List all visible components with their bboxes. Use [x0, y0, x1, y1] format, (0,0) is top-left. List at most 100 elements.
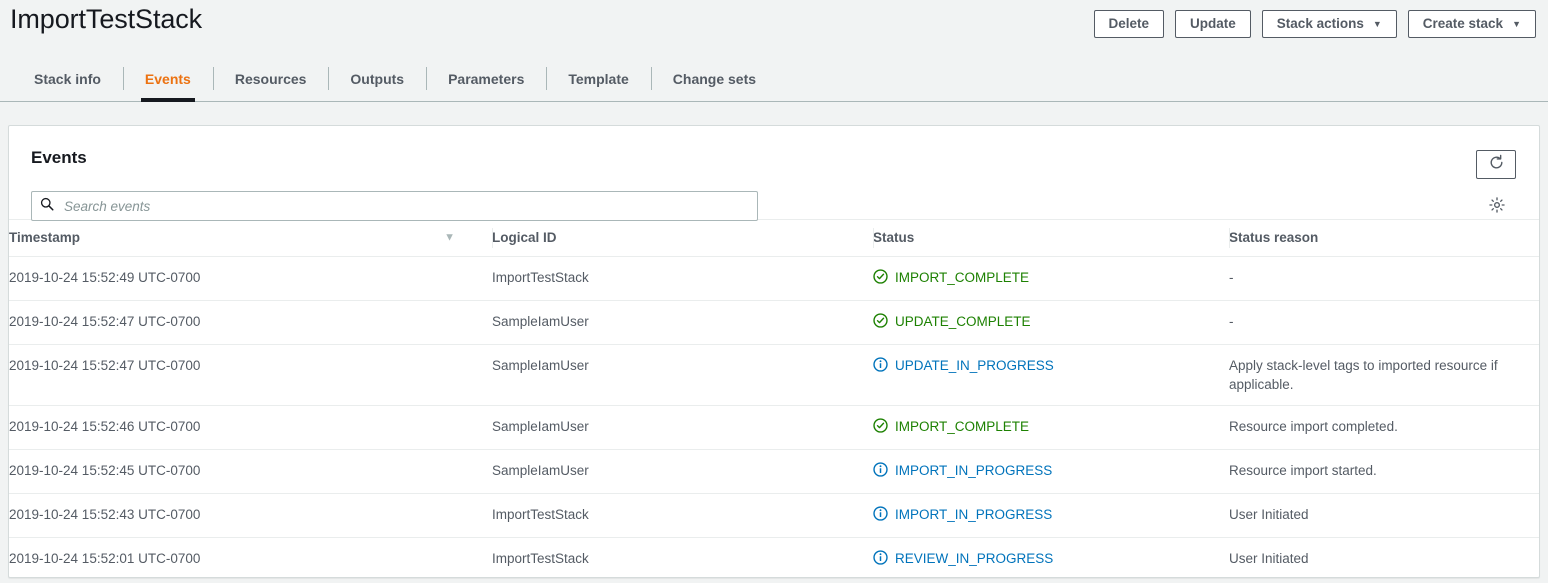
- cell-status-reason: -: [1229, 301, 1540, 345]
- events-table-head: Timestamp ▼ Logical ID Status Status rea…: [9, 220, 1540, 257]
- cell-timestamp: 2019-10-24 15:52:01 UTC-0700: [9, 538, 492, 579]
- cell-timestamp: 2019-10-24 15:52:45 UTC-0700: [9, 450, 492, 494]
- refresh-icon: [1488, 154, 1505, 176]
- cell-status: UPDATE_COMPLETE: [873, 301, 1229, 345]
- create-stack-button-label: Create stack: [1423, 11, 1503, 37]
- status-badge: IMPORT_IN_PROGRESS: [873, 505, 1229, 526]
- tab-label: Outputs: [350, 71, 404, 87]
- column-header-status[interactable]: Status: [873, 220, 1229, 257]
- cell-status: IMPORT_COMPLETE: [873, 406, 1229, 450]
- search-icon: [40, 197, 54, 216]
- column-header-logical-id[interactable]: Logical ID: [492, 220, 873, 257]
- cell-status-reason: User Initiated: [1229, 494, 1540, 538]
- cell-status: REVIEW_IN_PROGRESS: [873, 538, 1229, 579]
- cell-status-reason: -: [1229, 257, 1540, 301]
- tab-label: Parameters: [448, 71, 524, 87]
- sort-descending-icon: ▼: [444, 233, 455, 244]
- events-panel-header: Events: [9, 126, 1539, 219]
- tab-label: Template: [568, 71, 628, 87]
- table-row: 2019-10-24 15:52:45 UTC-0700SampleIamUse…: [9, 450, 1540, 494]
- cell-timestamp: 2019-10-24 15:52:46 UTC-0700: [9, 406, 492, 450]
- check-circle-icon: [873, 313, 888, 333]
- cell-timestamp: 2019-10-24 15:52:49 UTC-0700: [9, 257, 492, 301]
- column-header-status-reason-label: Status reason: [1229, 230, 1318, 245]
- cell-status: IMPORT_COMPLETE: [873, 257, 1229, 301]
- tab-stack-info[interactable]: Stack info: [12, 56, 123, 101]
- status-label: IMPORT_COMPLETE: [895, 268, 1029, 287]
- update-button-label: Update: [1190, 11, 1236, 37]
- info-circle-icon: [873, 506, 888, 526]
- status-badge: IMPORT_COMPLETE: [873, 417, 1229, 438]
- page-title: ImportTestStack: [10, 1, 202, 37]
- check-circle-icon: [873, 269, 888, 289]
- refresh-button[interactable]: [1476, 150, 1516, 179]
- delete-button-label: Delete: [1109, 11, 1150, 37]
- info-circle-icon: [873, 550, 888, 570]
- status-label: IMPORT_COMPLETE: [895, 417, 1029, 436]
- status-badge: IMPORT_COMPLETE: [873, 268, 1229, 289]
- events-panel-title: Events: [31, 148, 87, 168]
- cell-status: IMPORT_IN_PROGRESS: [873, 494, 1229, 538]
- status-badge: UPDATE_IN_PROGRESS: [873, 356, 1229, 377]
- create-stack-button[interactable]: Create stack ▼: [1408, 10, 1536, 38]
- chevron-down-icon: ▼: [1373, 20, 1382, 29]
- search-events-box[interactable]: [31, 191, 758, 221]
- cell-status-reason: Resource import started.: [1229, 450, 1540, 494]
- table-row: 2019-10-24 15:52:46 UTC-0700SampleIamUse…: [9, 406, 1540, 450]
- status-label: IMPORT_IN_PROGRESS: [895, 505, 1052, 524]
- column-header-timestamp-label: Timestamp: [9, 230, 80, 245]
- tab-change-sets[interactable]: Change sets: [651, 56, 778, 101]
- search-input[interactable]: [62, 192, 749, 220]
- cell-status-reason: User Initiated: [1229, 538, 1540, 579]
- status-badge: IMPORT_IN_PROGRESS: [873, 461, 1229, 482]
- cell-logical-id: SampleIamUser: [492, 450, 873, 494]
- update-button[interactable]: Update: [1175, 10, 1251, 38]
- stack-actions-button-label: Stack actions: [1277, 11, 1364, 37]
- status-label: UPDATE_IN_PROGRESS: [895, 356, 1054, 375]
- cell-status-reason: Resource import completed.: [1229, 406, 1540, 450]
- tab-template[interactable]: Template: [546, 56, 650, 101]
- info-circle-icon: [873, 462, 888, 482]
- table-row: 2019-10-24 15:52:47 UTC-0700SampleIamUse…: [9, 345, 1540, 406]
- status-label: REVIEW_IN_PROGRESS: [895, 549, 1053, 568]
- cell-timestamp: 2019-10-24 15:52:47 UTC-0700: [9, 301, 492, 345]
- page-header: ImportTestStack Delete Update Stack acti…: [0, 0, 1548, 56]
- delete-button[interactable]: Delete: [1094, 10, 1165, 38]
- settings-button[interactable]: [1486, 196, 1508, 218]
- cell-logical-id: ImportTestStack: [492, 494, 873, 538]
- cell-logical-id: SampleIamUser: [492, 406, 873, 450]
- events-table-header-row: Timestamp ▼ Logical ID Status Status rea…: [9, 220, 1540, 257]
- column-header-status-label: Status: [873, 230, 914, 245]
- cell-logical-id: ImportTestStack: [492, 257, 873, 301]
- tab-outputs[interactable]: Outputs: [328, 56, 426, 101]
- table-row: 2019-10-24 15:52:43 UTC-0700ImportTestSt…: [9, 494, 1540, 538]
- events-panel: Events: [8, 125, 1540, 578]
- table-row: 2019-10-24 15:52:49 UTC-0700ImportTestSt…: [9, 257, 1540, 301]
- status-label: IMPORT_IN_PROGRESS: [895, 461, 1052, 480]
- cell-logical-id: ImportTestStack: [492, 538, 873, 579]
- chevron-down-icon: ▼: [1512, 20, 1521, 29]
- tabs: Stack info Events Resources Outputs Paramete…: [12, 56, 1548, 101]
- column-header-timestamp[interactable]: Timestamp ▼: [9, 220, 492, 257]
- events-table-body: 2019-10-24 15:52:49 UTC-0700ImportTestSt…: [9, 257, 1540, 579]
- info-circle-icon: [873, 357, 888, 377]
- tab-label: Events: [145, 71, 191, 87]
- cell-status-reason: Apply stack-level tags to imported resou…: [1229, 345, 1540, 406]
- status-badge: REVIEW_IN_PROGRESS: [873, 549, 1229, 570]
- table-row: 2019-10-24 15:52:01 UTC-0700ImportTestSt…: [9, 538, 1540, 579]
- gear-icon: [1488, 196, 1506, 219]
- tab-parameters[interactable]: Parameters: [426, 56, 546, 101]
- check-circle-icon: [873, 418, 888, 438]
- tab-resources[interactable]: Resources: [213, 56, 329, 101]
- tab-events[interactable]: Events: [123, 56, 213, 101]
- column-header-logical-id-label: Logical ID: [492, 230, 557, 245]
- status-label: UPDATE_COMPLETE: [895, 312, 1031, 331]
- table-row: 2019-10-24 15:52:47 UTC-0700SampleIamUse…: [9, 301, 1540, 345]
- cell-timestamp: 2019-10-24 15:52:47 UTC-0700: [9, 345, 492, 406]
- tab-label: Change sets: [673, 71, 756, 87]
- tab-bar: Stack info Events Resources Outputs Paramete…: [0, 56, 1548, 102]
- tab-label: Stack info: [34, 71, 101, 87]
- column-header-status-reason[interactable]: Status reason: [1229, 220, 1540, 257]
- cell-timestamp: 2019-10-24 15:52:43 UTC-0700: [9, 494, 492, 538]
- stack-actions-button[interactable]: Stack actions ▼: [1262, 10, 1397, 38]
